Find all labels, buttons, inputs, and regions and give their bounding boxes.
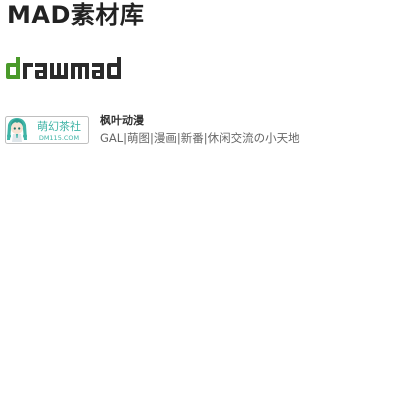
anime-girl-mascot-icon [7, 118, 27, 142]
page-title: MAD素材库 [7, 1, 145, 29]
drawmad-logo[interactable]: drawmad [6, 57, 122, 79]
banner-subtitle: DM115.COM [39, 134, 79, 142]
banner-title: 萌幻茶社 [37, 119, 81, 133]
friend-link-banner[interactable]: 萌幻茶社 DM115.COM [5, 116, 89, 144]
friend-link-title[interactable]: 枫叶动漫 [100, 114, 144, 128]
friend-link-item: 萌幻茶社 DM115.COM 枫叶动漫 GAL|萌图|漫画|新番|休闲交流の小天… [5, 111, 395, 151]
friend-link-banner-image: 萌幻茶社 DM115.COM [5, 116, 89, 144]
drawmad-logo-mark: drawmad [6, 57, 121, 79]
friend-link-description: GAL|萌图|漫画|新番|休闲交流の小天地 [100, 131, 300, 145]
